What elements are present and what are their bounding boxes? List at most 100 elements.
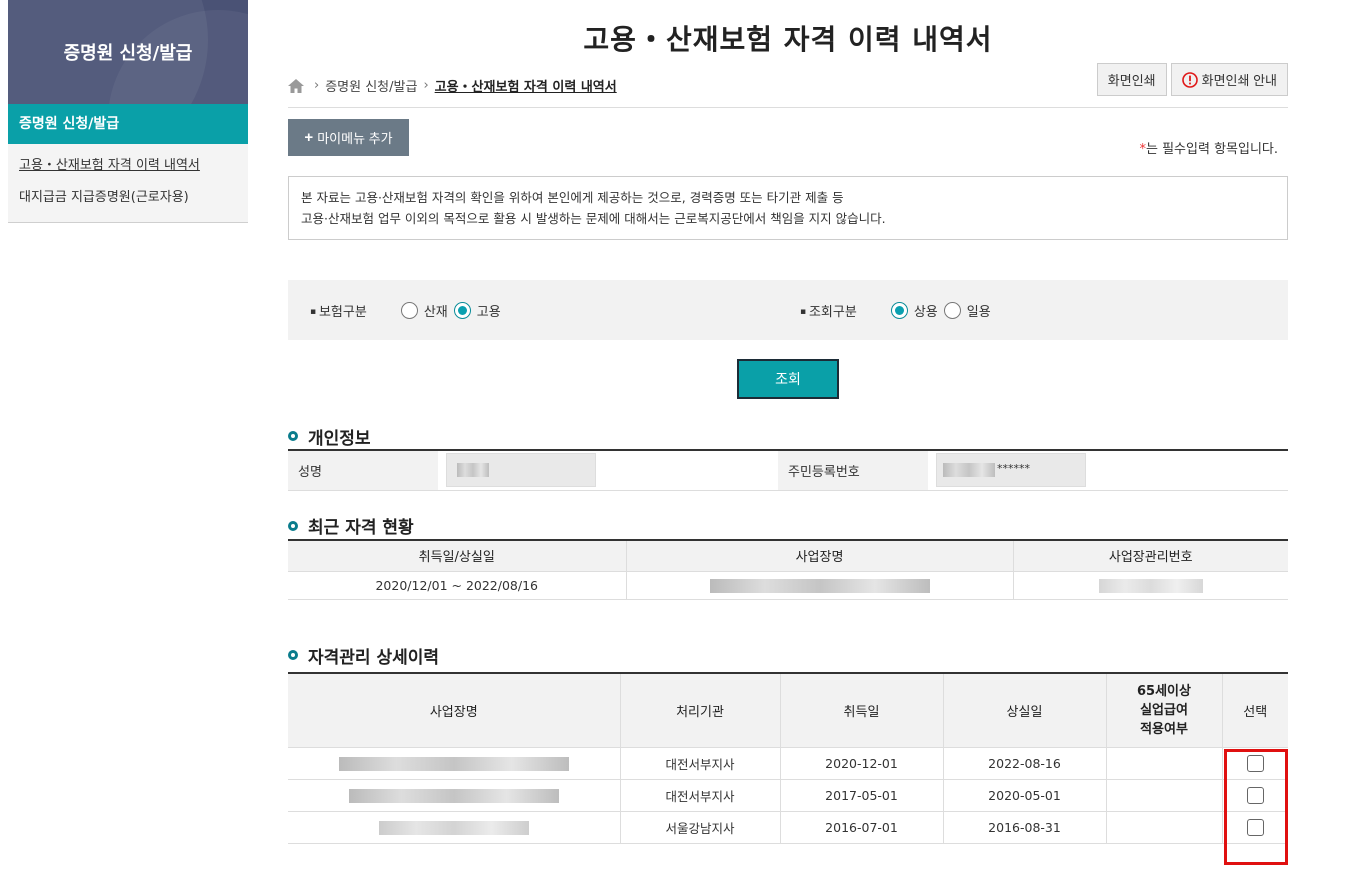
- insurance-type-label: 보험구분: [310, 301, 367, 320]
- insurance-type-group: 보험구분 산재 고용: [310, 280, 507, 340]
- home-icon[interactable]: [288, 78, 304, 93]
- sidebar-header: 증명원 신청/발급: [8, 0, 248, 104]
- column-header: 처리기관: [619, 673, 780, 748]
- column-header: 상실일: [942, 673, 1106, 748]
- breadcrumb-item[interactable]: 증명원 신청/발급: [325, 76, 417, 95]
- chevron-right-icon: ›: [423, 78, 429, 93]
- acquired-cell: 2020-12-01: [779, 747, 943, 780]
- inquiry-type-group: 조회구분 상용 일용: [800, 280, 997, 340]
- masked-text: [378, 820, 529, 835]
- name-cell: [438, 450, 778, 491]
- workplace-cell: [288, 747, 620, 780]
- sidebar-list: 고용・산재보험 자격 이력 내역서 대지급금 지급증명원(근로자용): [8, 144, 248, 223]
- table-row: 대전서부지사 2017-05-01 2020-05-01: [288, 779, 1288, 812]
- section-title: 개인정보: [288, 423, 1288, 449]
- alert-icon: [1181, 71, 1198, 88]
- period-cell: 2020/12/01 ~ 2022/08/16: [288, 571, 626, 600]
- masked-text: [709, 579, 930, 594]
- sidebar-title: 증명원 신청/발급: [63, 43, 193, 64]
- table-row: 서울강남지사 2016-07-01 2016-08-31: [288, 811, 1288, 844]
- bullet-icon: [288, 650, 298, 660]
- workplace-cell: [625, 571, 1013, 600]
- rrn-cell: ******: [928, 450, 1288, 491]
- lost-cell: 2020-05-01: [942, 779, 1106, 812]
- column-header: 사업장관리번호: [1012, 539, 1288, 572]
- masked-text: [943, 463, 995, 478]
- radio-goyong[interactable]: 고용: [453, 301, 501, 320]
- notice-box: 본 자료는 고용·산재보험 자격의 확인을 위하여 본인에게 제공하는 것으로,…: [288, 176, 1288, 240]
- recent-section: 최근 자격 현황 취득일/상실일 사업장명 사업장관리번호 2020/12/01…: [288, 513, 1288, 600]
- print-guide-label: 화면인쇄 안내: [1201, 73, 1277, 88]
- radio-label: 일용: [966, 304, 991, 320]
- print-button-label: 화면인쇄: [1107, 73, 1156, 88]
- print-guide-button[interactable]: 화면인쇄 안내: [1170, 63, 1288, 96]
- sidebar-active-section[interactable]: 증명원 신청/발급: [8, 104, 248, 144]
- masked-text: [348, 788, 559, 803]
- acquired-cell: 2017-05-01: [779, 779, 943, 812]
- radio-circle[interactable]: [400, 301, 418, 319]
- radio-label: 산재: [423, 304, 448, 320]
- radio-circle[interactable]: [943, 301, 961, 319]
- radio-label: 고용: [476, 304, 501, 320]
- masked-text: [1098, 579, 1203, 594]
- highlight-box: [1224, 749, 1288, 865]
- radio-label: 상용: [913, 304, 938, 320]
- workplace-number-cell: [1012, 571, 1288, 600]
- column-header: 취득일/상실일: [288, 539, 626, 572]
- add-mymenu-button[interactable]: + 마이메뉴 추가: [288, 119, 409, 156]
- filter-panel: 보험구분 산재 고용 조회구분 상용 일용: [288, 280, 1288, 340]
- print-buttons: 화면인쇄 화면인쇄 안내: [1096, 63, 1288, 96]
- office-cell: 대전서부지사: [619, 779, 780, 812]
- radio-sangyong[interactable]: 상용: [890, 301, 938, 320]
- header-line: 실업급여: [1140, 702, 1188, 718]
- rrn-suffix: ******: [997, 462, 1030, 476]
- personal-section: 개인정보 성명 주민등록번호 ******: [288, 423, 1288, 491]
- topbar: › 증명원 신청/발급 › 고용・산재보험 자격 이력 내역서 화면인쇄 화면인…: [288, 60, 1288, 108]
- bullet-icon: [288, 520, 298, 531]
- sidebar-item-qualification-history[interactable]: 고용・산재보험 자격 이력 내역서: [8, 150, 248, 182]
- column-header: 사업장명: [625, 539, 1013, 572]
- add-mymenu-label: 마이메뉴 추가: [317, 131, 393, 146]
- section-title-text: 개인정보: [308, 428, 371, 449]
- acquired-cell: 2016-07-01: [779, 811, 943, 844]
- masked-text: [457, 463, 489, 478]
- rrn-field-masked: ******: [936, 453, 1086, 488]
- lost-cell: 2016-08-31: [942, 811, 1106, 844]
- sidebar: 증명원 신청/발급 증명원 신청/발급 고용・산재보험 자격 이력 내역서 대지…: [8, 0, 248, 223]
- page-title: 고용・산재보험 자격 이력 내역서: [583, 23, 993, 56]
- print-button[interactable]: 화면인쇄: [1096, 63, 1167, 96]
- main-content: 고용・산재보험 자격 이력 내역서 › 증명원 신청/발급 › 고용・산재보험 …: [288, 0, 1288, 865]
- over65-cell: [1105, 747, 1222, 780]
- plus-icon: +: [304, 129, 314, 146]
- radio-sanjae[interactable]: 산재: [400, 301, 448, 320]
- inquiry-type-label: 조회구분: [800, 301, 857, 320]
- search-button[interactable]: 조회: [737, 359, 839, 399]
- rrn-label: 주민등록번호: [778, 450, 928, 491]
- recent-table: 취득일/상실일 사업장명 사업장관리번호 2020/12/01 ~ 2022/0…: [288, 538, 1288, 600]
- radio-ilyong[interactable]: 일용: [943, 301, 991, 320]
- bullet-icon: [288, 431, 298, 441]
- office-cell: 대전서부지사: [619, 747, 780, 780]
- office-cell: 서울강남지사: [619, 811, 780, 844]
- radio-circle-checked[interactable]: [890, 301, 908, 319]
- header-line: 65세이상: [1137, 683, 1191, 699]
- section-title-text: 자격관리 상세이력: [308, 647, 440, 668]
- detail-table: 사업장명 처리기관 취득일 상실일 65세이상 실업급여 적용여부 선택 대전서…: [288, 672, 1288, 844]
- lost-cell: 2022-08-16: [942, 747, 1106, 780]
- column-header: 취득일: [779, 673, 943, 748]
- column-header: 선택: [1221, 673, 1288, 748]
- radio-circle-checked[interactable]: [453, 301, 471, 319]
- over65-cell: [1105, 779, 1222, 812]
- notice-line: 본 자료는 고용·산재보험 자격의 확인을 위하여 본인에게 제공하는 것으로,…: [301, 190, 844, 205]
- table-row: 대전서부지사 2020-12-01 2022-08-16: [288, 747, 1288, 780]
- breadcrumb-current[interactable]: 고용・산재보험 자격 이력 내역서: [435, 76, 617, 95]
- breadcrumb: › 증명원 신청/발급 › 고용・산재보험 자격 이력 내역서: [288, 76, 617, 95]
- action-row: + 마이메뉴 추가 *는 필수입력 항목입니다.: [288, 108, 1288, 176]
- personal-info-table: 성명 주민등록번호 ******: [288, 449, 1288, 491]
- workplace-cell: [288, 811, 620, 844]
- section-title: 최근 자격 현황: [288, 513, 1288, 539]
- search-wrap: 조회: [288, 359, 1288, 399]
- required-note: *는 필수입력 항목입니다.: [1140, 138, 1279, 157]
- sidebar-item-payment-certificate[interactable]: 대지급금 지급증명원(근로자용): [8, 182, 248, 214]
- table-row: 2020/12/01 ~ 2022/08/16: [288, 571, 1288, 600]
